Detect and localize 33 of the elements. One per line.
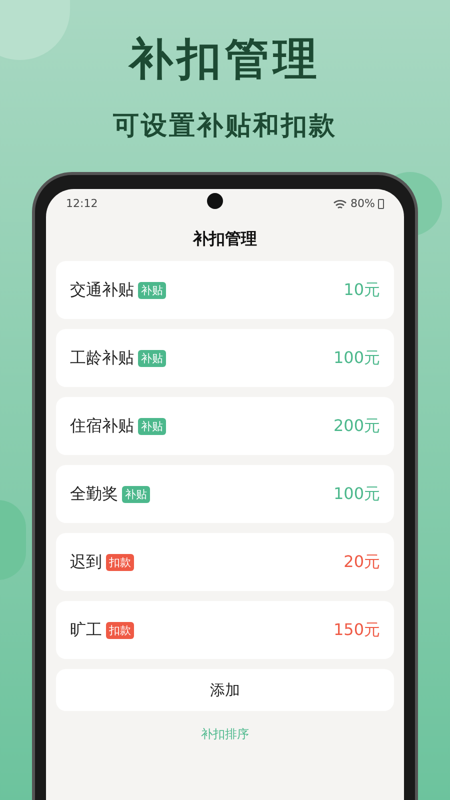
item-name: 住宿补贴 — [70, 415, 134, 437]
screen-title: 补扣管理 — [192, 228, 258, 250]
item-card[interactable]: 旷工 扣款 150元 — [56, 601, 394, 659]
item-amount: 10元 — [344, 279, 380, 301]
item-name: 全勤奖 — [70, 483, 118, 505]
item-amount: 100元 — [333, 347, 380, 369]
item-amount: 100元 — [333, 483, 380, 505]
item-card[interactable]: 住宿补贴 补贴 200元 — [56, 397, 394, 455]
item-card[interactable]: 工龄补贴 补贴 100元 — [56, 329, 394, 387]
battery-level: 80% — [350, 196, 375, 212]
promo-title: 补扣管理 — [129, 33, 321, 87]
type-tag: 扣款 — [106, 554, 134, 570]
type-tag: 补贴 — [138, 418, 166, 434]
type-tag: 补贴 — [122, 486, 150, 502]
camera-icon — [207, 193, 224, 209]
type-tag: 补贴 — [138, 282, 166, 298]
wifi-icon — [332, 198, 347, 210]
item-card[interactable]: 全勤奖 补贴 100元 — [56, 465, 394, 523]
item-card[interactable]: 交通补贴 补贴 10元 — [56, 261, 394, 319]
item-name: 迟到 — [70, 551, 102, 573]
type-tag: 补贴 — [138, 350, 166, 366]
add-button[interactable]: 添加 — [56, 669, 394, 711]
type-tag: 扣款 — [106, 622, 134, 638]
item-name: 交通补贴 — [70, 279, 134, 301]
item-amount: 150元 — [333, 619, 380, 641]
battery-icon — [378, 199, 384, 209]
item-card[interactable]: 迟到 扣款 20元 — [56, 533, 394, 591]
item-name: 旷工 — [70, 619, 102, 641]
item-amount: 20元 — [344, 551, 380, 573]
item-name: 工龄补贴 — [70, 347, 134, 369]
status-time: 12:12 — [66, 196, 98, 212]
item-amount: 200元 — [333, 415, 380, 437]
promo-subtitle: 可设置补贴和扣款 — [113, 110, 337, 143]
